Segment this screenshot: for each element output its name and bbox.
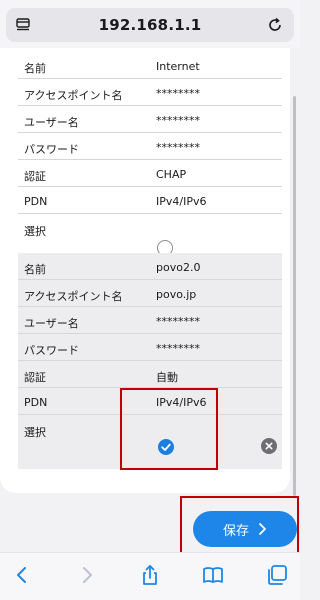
row-label: PDN [24,396,48,409]
scrollbar[interactable] [293,96,296,496]
bookmarks-icon[interactable] [201,563,225,587]
close-icon [265,442,273,450]
row-value: ******** [156,342,200,355]
row-label: 名前 [24,62,46,75]
row-value: ******** [156,315,200,328]
highlight-box-save-button [180,496,299,555]
row-value: Internet [156,60,200,73]
row-label: ユーザー名 [24,317,79,330]
apn-row-password: パスワード ******** [18,334,282,361]
row-value: povo.jp [156,288,197,301]
apn-row-name: 名前 Internet [18,52,282,79]
row-value: povo2.0 [156,261,201,274]
apn-row-username: ユーザー名 ******** [18,106,282,133]
share-icon[interactable] [138,563,162,587]
row-label: アクセスポイント名 [24,290,123,303]
row-value: IPv4/IPv6 [156,195,207,208]
tabs-icon[interactable] [265,563,289,587]
row-label: PDN [24,195,48,208]
apn-row-password: パスワード ******** [18,133,282,160]
row-value: CHAP [156,168,187,181]
browser-top-bar: 192.168.1.1 [0,0,300,48]
back-icon[interactable] [10,563,34,587]
row-value: ******** [156,141,200,154]
row-label: 認証 [24,371,46,384]
url-text: 192.168.1.1 [98,16,202,34]
row-label: 認証 [24,170,46,183]
row-value: 自動 [156,371,178,384]
highlight-box-selected-radio [120,388,218,470]
address-bar[interactable]: 192.168.1.1 [6,8,294,42]
apn-row-username: ユーザー名 ******** [18,307,282,334]
apn-row-auth: 認証 自動 [18,361,282,388]
apn-profile-internet: 名前 Internet アクセスポイント名 ******** ユーザー名 ***… [18,52,282,268]
row-value: ******** [156,87,200,100]
apn-row-apn: アクセスポイント名 ******** [18,79,282,106]
select-label: 選択 [24,225,46,238]
apn-row-pdn: PDN IPv4/IPv6 [18,187,282,214]
row-label: パスワード [24,344,79,357]
row-label: ユーザー名 [24,116,79,129]
select-label: 選択 [24,426,46,439]
delete-profile-button[interactable] [261,438,277,454]
browser-toolbar [0,552,300,600]
apn-row-name: 名前 povo2.0 [18,253,282,280]
forward-icon[interactable] [75,563,99,587]
row-label: パスワード [24,143,79,156]
apn-row-apn: アクセスポイント名 povo.jp [18,280,282,307]
row-value: ******** [156,114,200,127]
reload-icon[interactable] [266,16,284,34]
apn-row-auth: 認証 CHAP [18,160,282,187]
row-label: アクセスポイント名 [24,89,123,102]
row-label: 名前 [24,263,46,276]
